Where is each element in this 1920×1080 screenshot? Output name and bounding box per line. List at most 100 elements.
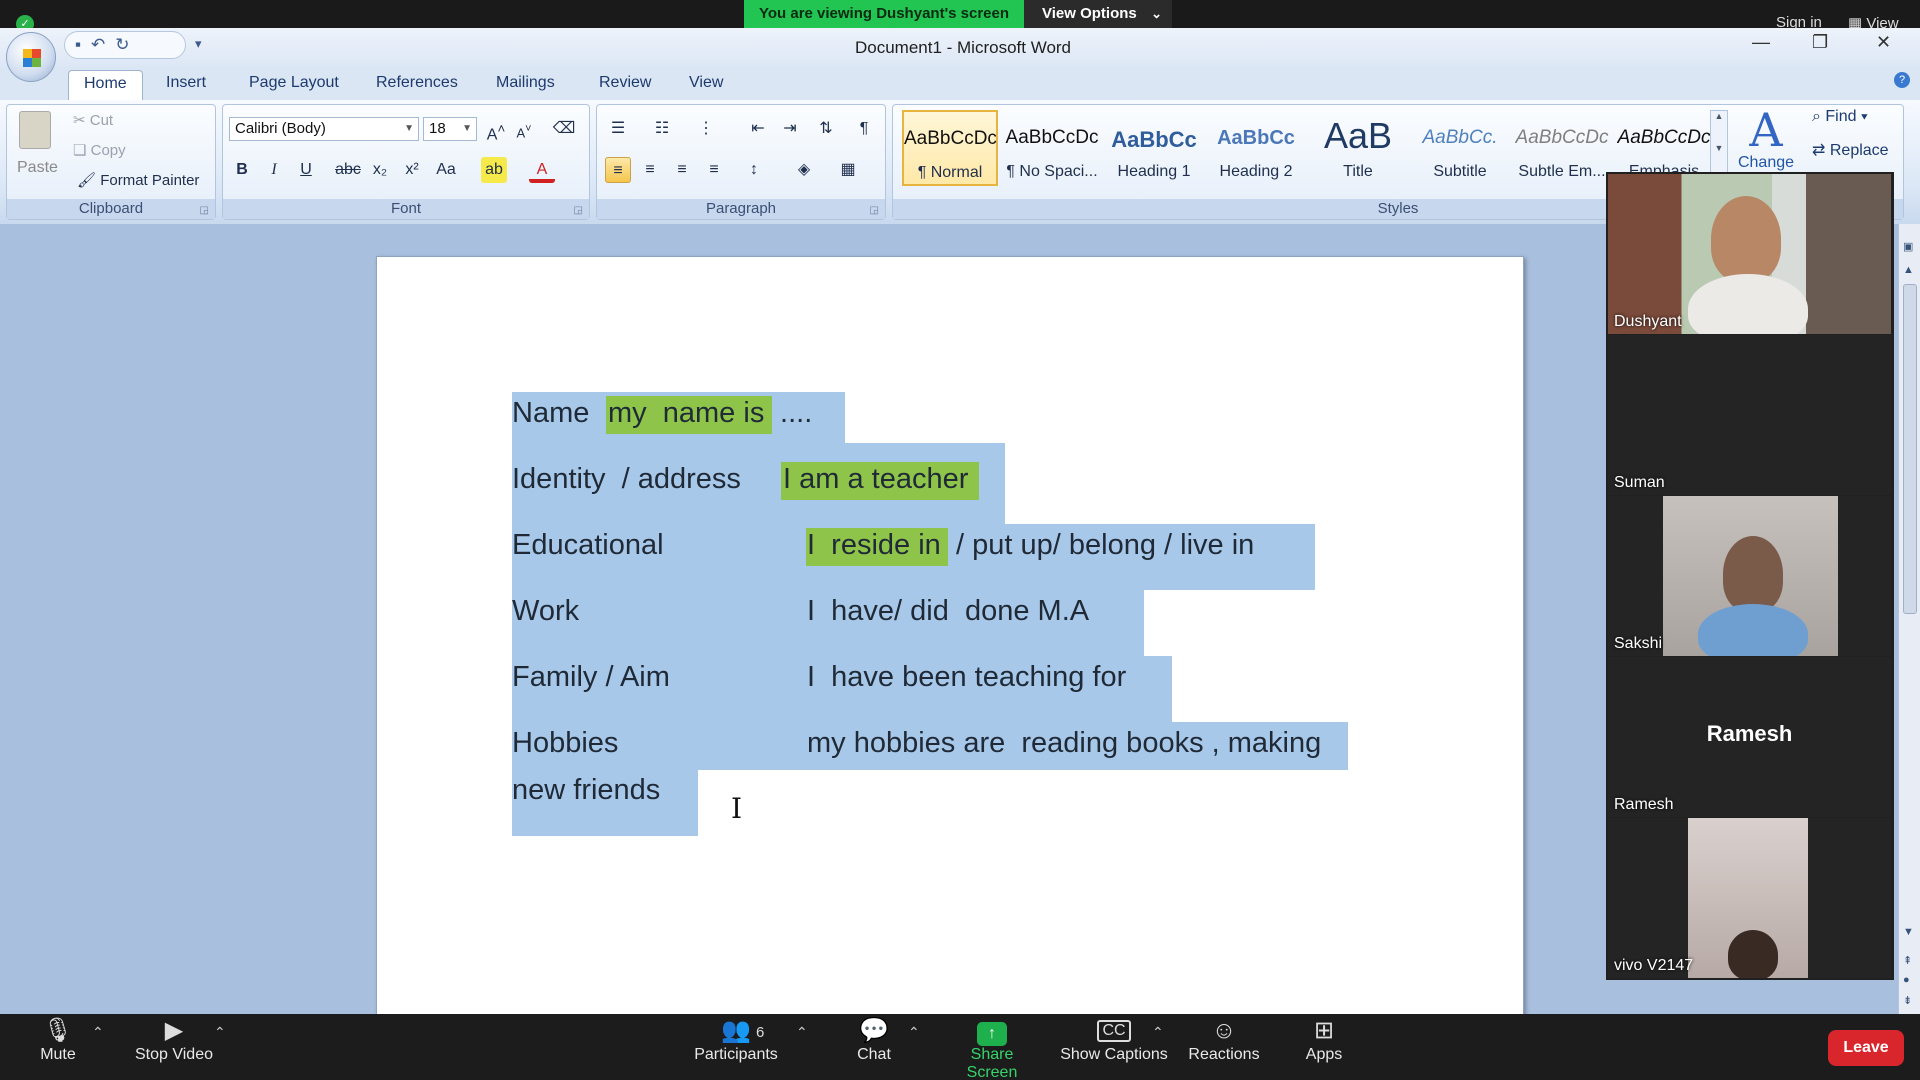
- tab-home[interactable]: Home: [68, 70, 143, 101]
- font-name-combo[interactable]: Calibri (Body) ▼: [229, 117, 419, 141]
- tab-insert[interactable]: Insert: [166, 74, 206, 92]
- bold-icon[interactable]: B: [229, 157, 255, 183]
- italic-icon[interactable]: I: [261, 157, 287, 183]
- ruler-icon[interactable]: ▣: [1903, 240, 1913, 253]
- style-subtitle[interactable]: AaBbCc. Subtitle: [1412, 110, 1508, 186]
- help-icon[interactable]: ?: [1894, 72, 1910, 88]
- share-screen-button[interactable]: ↑ Share Screen: [946, 1016, 1038, 1080]
- copy-button[interactable]: ❏ Copy: [73, 141, 126, 159]
- chat-bubble-icon: 💬: [859, 1017, 889, 1044]
- stop-video-button[interactable]: ▶ Stop Video: [128, 1016, 220, 1064]
- align-center-icon[interactable]: ≡: [637, 157, 663, 183]
- grow-font-icon[interactable]: A˄: [483, 116, 509, 143]
- doc-line-2-highlight: I am a teacher: [783, 463, 969, 495]
- scroll-thumb[interactable]: [1903, 284, 1917, 614]
- tab-review[interactable]: Review: [599, 74, 651, 92]
- show-formatting-icon[interactable]: ¶: [851, 116, 877, 142]
- chat-button[interactable]: 💬 Chat: [848, 1016, 900, 1064]
- align-right-icon[interactable]: ≡: [669, 157, 695, 183]
- leave-button[interactable]: Leave: [1828, 1030, 1904, 1066]
- audio-options-caret[interactable]: ⌃: [92, 1024, 104, 1041]
- style-name: ¶ No Spaci...: [1006, 163, 1098, 180]
- mute-button[interactable]: 🎙 Mute: [30, 1016, 86, 1064]
- style-subtle-emphasis[interactable]: AaBbCcDc Subtle Em...: [1514, 110, 1610, 186]
- office-button[interactable]: [6, 32, 56, 82]
- next-page-icon[interactable]: ⇟: [1903, 994, 1912, 1007]
- chevron-up-icon[interactable]: ▲: [1903, 264, 1914, 276]
- participant-tile[interactable]: Ramesh Ramesh: [1608, 657, 1891, 817]
- superscript-icon[interactable]: x²: [399, 157, 425, 183]
- video-options-caret[interactable]: ⌃: [214, 1024, 226, 1041]
- style-preview: AaBbCc: [1217, 127, 1295, 149]
- decrease-indent-icon[interactable]: ⇤: [745, 116, 771, 142]
- view-options-button[interactable]: View Options ⌄: [1024, 0, 1172, 28]
- paste-button[interactable]: Paste: [17, 159, 58, 177]
- minimize-icon[interactable]: —: [1752, 32, 1770, 53]
- participant-face: [1723, 536, 1783, 612]
- select-browse-object-icon[interactable]: ●: [1903, 974, 1910, 986]
- style-preview: AaBbCcDc: [1515, 127, 1609, 148]
- doc-line-5a: Family / Aim: [512, 661, 670, 693]
- numbering-icon[interactable]: ☷: [649, 116, 675, 142]
- style-title[interactable]: AaB Title: [1310, 110, 1406, 186]
- chevron-down-icon: ⌄: [1151, 6, 1162, 21]
- multilevel-list-icon[interactable]: ⋮: [693, 116, 719, 142]
- style-heading-1[interactable]: AaBbCc Heading 1: [1106, 110, 1202, 186]
- justify-icon[interactable]: ≡: [701, 157, 727, 183]
- dialog-launcher-icon[interactable]: ◲: [870, 201, 879, 221]
- style-heading-2[interactable]: AaBbCc Heading 2: [1208, 110, 1304, 186]
- participants-options-caret[interactable]: ⌃: [796, 1024, 808, 1041]
- bullets-icon[interactable]: ☰: [605, 116, 631, 142]
- participant-tile[interactable]: Sakshi: [1608, 496, 1891, 656]
- paragraph-label-text: Paragraph: [705, 200, 777, 217]
- chevron-down-icon[interactable]: ▼: [1903, 926, 1914, 938]
- font-size-combo[interactable]: 18 ▼: [423, 117, 477, 141]
- previous-page-icon[interactable]: ⇞: [1903, 954, 1912, 967]
- strikethrough-icon[interactable]: abc: [335, 157, 361, 183]
- align-left-icon[interactable]: ≡: [605, 157, 631, 183]
- apps-label: Apps: [1305, 1046, 1343, 1063]
- style-no-spacing[interactable]: AaBbCcDc ¶ No Spaci...: [1004, 110, 1100, 186]
- doc-line-7: new friends: [512, 774, 661, 806]
- share-screen-label: Share Screen: [966, 1046, 1018, 1080]
- viewing-banner: You are viewing Dushyant's screen: [744, 0, 1024, 28]
- highlight-color-icon[interactable]: ab: [481, 157, 507, 183]
- tab-references[interactable]: References: [376, 74, 458, 92]
- find-button[interactable]: ⌕ Find ▾: [1812, 108, 1868, 126]
- chat-options-caret[interactable]: ⌃: [908, 1024, 920, 1041]
- clear-formatting-icon[interactable]: ⌫: [551, 116, 577, 142]
- participant-tile[interactable]: Dushyant: [1608, 174, 1891, 334]
- increase-indent-icon[interactable]: ⇥: [777, 116, 803, 142]
- participant-tile[interactable]: vivo V2147: [1608, 818, 1891, 978]
- participant-shirt: [1698, 604, 1808, 656]
- participants-button[interactable]: 👥 Participants: [690, 1016, 782, 1064]
- restore-icon[interactable]: ❐: [1812, 32, 1828, 53]
- replace-button[interactable]: ⇄ Replace: [1812, 140, 1889, 160]
- apps-button[interactable]: ⊞ Apps: [1298, 1016, 1350, 1064]
- underline-icon[interactable]: U: [293, 157, 319, 183]
- shrink-font-icon[interactable]: A˅: [511, 116, 537, 142]
- cut-button[interactable]: ✂ Cut: [73, 111, 113, 129]
- tab-view[interactable]: View: [689, 74, 723, 92]
- participant-tile[interactable]: Suman: [1608, 335, 1891, 495]
- style-preview: AaBbCc: [1111, 127, 1197, 152]
- tab-page-layout[interactable]: Page Layout: [249, 74, 339, 92]
- dialog-launcher-icon[interactable]: ◲: [200, 201, 209, 221]
- shading-icon[interactable]: ◈: [791, 157, 817, 183]
- change-styles-button[interactable]: A Change: [1734, 106, 1798, 178]
- close-icon[interactable]: ✕: [1876, 32, 1891, 53]
- font-color-icon[interactable]: A: [529, 157, 555, 183]
- reactions-button[interactable]: ☺ Reactions: [1188, 1016, 1260, 1064]
- tab-mailings[interactable]: Mailings: [496, 74, 555, 92]
- change-case-icon[interactable]: Aa: [433, 157, 459, 183]
- dialog-launcher-icon[interactable]: ◲: [574, 201, 583, 221]
- captions-options-caret[interactable]: ⌃: [1152, 1024, 1164, 1041]
- borders-icon[interactable]: ▦: [835, 157, 861, 183]
- line-spacing-icon[interactable]: ↕: [741, 157, 767, 183]
- sort-icon[interactable]: ⇅: [813, 116, 839, 142]
- format-painter-button[interactable]: 🖌 Format Painter: [77, 171, 199, 189]
- subscript-icon[interactable]: x₂: [367, 157, 393, 183]
- vertical-scrollbar[interactable]: ▣ ▲ ▼ ⇞ ● ⇟: [1898, 224, 1920, 1014]
- style-normal[interactable]: AaBbCcDc ¶ Normal: [902, 110, 998, 186]
- paste-icon[interactable]: [19, 111, 51, 149]
